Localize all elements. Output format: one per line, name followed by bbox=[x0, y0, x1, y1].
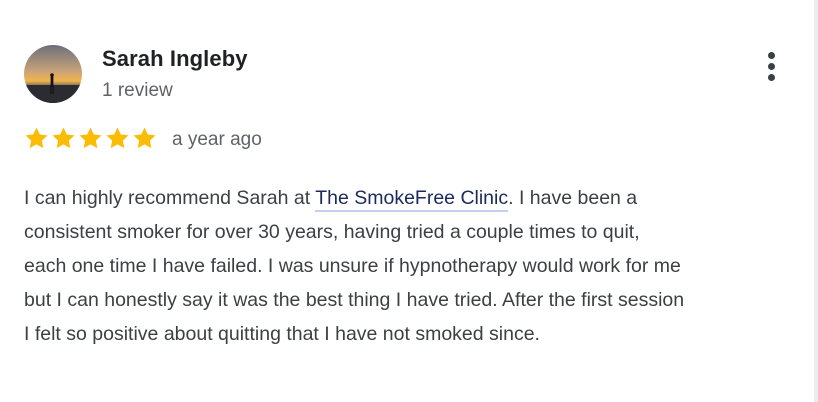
star-icon bbox=[106, 127, 129, 149]
more-options-button[interactable] bbox=[756, 46, 786, 86]
more-vert-icon-dot bbox=[767, 62, 775, 70]
star-icon bbox=[133, 127, 156, 149]
star-rating bbox=[23, 125, 158, 152]
star-icon bbox=[79, 127, 102, 149]
review-count: 1 review bbox=[102, 80, 173, 101]
review-line: I can highly recommend Sarah at The Smok… bbox=[24, 181, 804, 215]
review-line: each one time I have failed. I was unsur… bbox=[24, 255, 681, 277]
star-icon bbox=[25, 127, 48, 149]
clinic-link[interactable]: The SmokeFree Clinic bbox=[315, 187, 509, 212]
review-text-segment: . I have been a bbox=[508, 187, 638, 209]
review-line: I felt so positive about quitting that I… bbox=[24, 323, 540, 345]
more-vert-icon-dot bbox=[767, 73, 775, 81]
review-text-segment: I can highly recommend Sarah at bbox=[24, 187, 316, 209]
reviewer-name[interactable]: Sarah Ingleby bbox=[102, 46, 248, 72]
review-line: consistent smoker for over 30 years, hav… bbox=[24, 221, 640, 243]
avatar-photo bbox=[24, 45, 82, 103]
star-icon bbox=[52, 127, 75, 149]
review-date: a year ago bbox=[172, 129, 262, 150]
reviewer-avatar[interactable] bbox=[24, 45, 82, 103]
more-vert-icon bbox=[767, 51, 775, 59]
review-text: I can highly recommend Sarah at The Smok… bbox=[24, 181, 804, 351]
review-line: but I can honestly say it was the best t… bbox=[24, 289, 685, 311]
review-card: Sarah Ingleby 1 review a year ago I can … bbox=[0, 0, 818, 402]
